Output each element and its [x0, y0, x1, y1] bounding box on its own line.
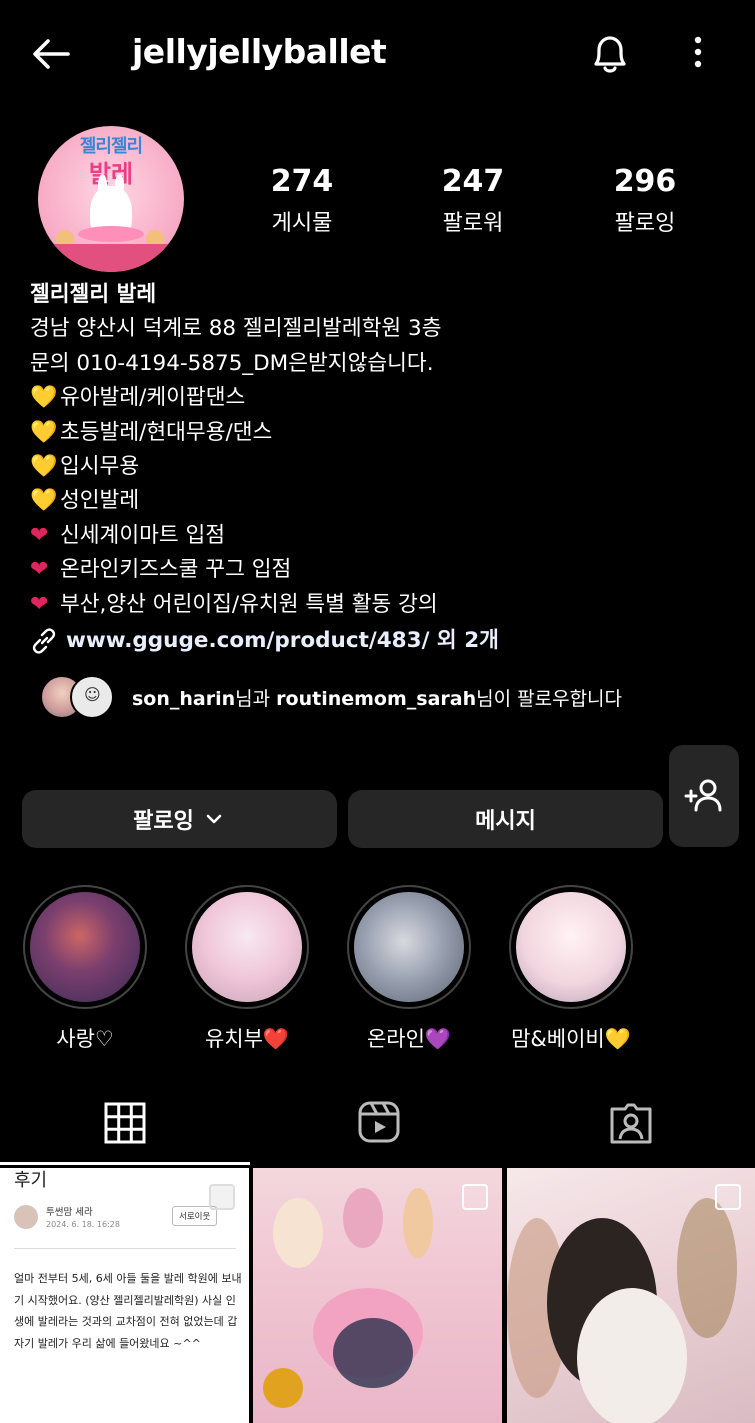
profile-link-text: www.gguge.com/product/483/ 외 2개 — [66, 628, 499, 654]
yellow-heart-icon: 💛 — [30, 385, 58, 411]
red-heart-icon: ❤ — [30, 591, 49, 617]
add-person-icon — [684, 779, 722, 812]
red-heart-icon: ❤ — [30, 522, 49, 548]
profile-username: jellyjellyballet — [132, 32, 387, 71]
post-tile[interactable]: 후기 투썬맘 세라 2024. 6. 18. 16:28 서로이웃 얼마 전부터… — [0, 1168, 249, 1423]
bio-item: ❤ 신세계이마트 입점 — [30, 519, 730, 553]
highlight-label: 유치부❤️ — [204, 1027, 290, 1051]
post-author: 투썬맘 세라 — [46, 1207, 93, 1218]
following-button[interactable]: 팔로잉 — [22, 790, 337, 848]
highlight-item[interactable]: 유치부❤️ — [184, 885, 310, 1053]
following-label: 팔로잉 — [614, 211, 676, 236]
multiple-images-icon — [462, 1184, 488, 1210]
avatar-logo-text-2: 발레 — [88, 160, 134, 188]
profile-avatar[interactable]: 젤리젤리 발레 — [38, 126, 184, 272]
highlight-cover — [354, 892, 464, 1002]
message-button-label: 메시지 — [475, 809, 536, 834]
multiple-images-icon — [209, 1184, 235, 1210]
bio-item: ❤ 온라인키즈스쿨 꾸그 입점 — [30, 553, 730, 587]
stat-followers[interactable]: 247 팔로워 — [403, 164, 543, 237]
reels-icon[interactable] — [357, 1100, 401, 1144]
post-heading: 후기 — [14, 1170, 48, 1191]
bio-address: 경남 양산시 덕계로 88 젤리젤리발레학원 3층 — [30, 316, 442, 342]
highlight-cover — [192, 892, 302, 1002]
bio-contact: 문의 010-4194-5875_DM은받지않습니다. — [30, 350, 434, 376]
highlight-item[interactable]: 온라인💜 — [346, 885, 472, 1053]
message-button[interactable]: 메시지 — [348, 790, 663, 848]
back-arrow-icon[interactable] — [28, 30, 76, 78]
posts-label: 게시물 — [271, 211, 333, 236]
bio-item: 💛 입시무용 — [30, 450, 730, 484]
stat-posts: 274 게시물 — [232, 164, 372, 237]
mutual-followers[interactable]: ☺ son_harin님과 routinemom_sarah님이 팔로우합니다 — [40, 675, 623, 719]
highlight-cover — [30, 892, 140, 1002]
posts-count: 274 — [270, 164, 334, 199]
post-author-avatar — [14, 1205, 38, 1229]
post-body: 얼마 전부터 5세, 6세 아들 둘을 발레 학원에 보내기 시작했어요. (양… — [14, 1272, 242, 1350]
highlight-label: 맘&베이비💛 — [511, 1027, 631, 1051]
notification-bell-icon[interactable] — [588, 30, 632, 76]
profile-link[interactable]: www.gguge.com/product/483/ 외 2개 — [30, 624, 730, 658]
yellow-heart-icon: 💛 — [30, 488, 58, 514]
highlight-item[interactable]: 사랑♡ — [22, 885, 148, 1053]
mutual-followers-text: son_harin님과 routinemom_sarah님이 팔로우합니다 — [132, 687, 623, 710]
mutual-avatar: ☺ — [70, 675, 114, 719]
tagged-icon[interactable] — [609, 1101, 653, 1145]
more-options-icon[interactable] — [684, 34, 712, 74]
post-tile[interactable] — [507, 1168, 755, 1423]
highlight-label: 온라인💜 — [366, 1027, 452, 1051]
yellow-heart-icon: 💛 — [30, 419, 58, 445]
stat-following[interactable]: 296 팔로잉 — [575, 164, 715, 237]
bio-item: 💛 초등발레/현대무용/댄스 — [30, 416, 730, 450]
yellow-heart-icon: 💛 — [30, 454, 58, 480]
following-count: 296 — [613, 164, 677, 199]
suggest-people-button[interactable] — [669, 745, 739, 847]
multiple-images-icon — [715, 1184, 741, 1210]
grid-icon[interactable] — [104, 1102, 146, 1144]
highlight-cover — [516, 892, 626, 1002]
followers-count: 247 — [441, 164, 505, 199]
bio-item: ❤ 부산,양산 어린이집/유치원 특별 활동 강의 — [30, 588, 730, 622]
red-heart-icon: ❤ — [30, 557, 49, 583]
profile-bio: 젤리젤리 발레 경남 양산시 덕계로 88 젤리젤리발레학원 3층 문의 010… — [30, 278, 730, 658]
post-tile[interactable] — [253, 1168, 502, 1423]
highlight-label: 사랑♡ — [56, 1027, 114, 1051]
bio-item: 💛 유아발레/케이팝댄스 — [30, 381, 730, 415]
link-icon — [32, 628, 56, 654]
following-button-label: 팔로잉 — [133, 809, 194, 834]
active-tab-indicator — [0, 1162, 250, 1165]
followers-label: 팔로워 — [442, 211, 504, 236]
display-name: 젤리젤리 발레 — [30, 282, 157, 307]
bio-item: 💛 성인발레 — [30, 484, 730, 518]
post-date: 2024. 6. 18. 16:28 — [46, 1220, 120, 1229]
highlight-item[interactable]: 맘&베이비💛 — [508, 885, 634, 1053]
chevron-down-icon — [206, 814, 222, 824]
